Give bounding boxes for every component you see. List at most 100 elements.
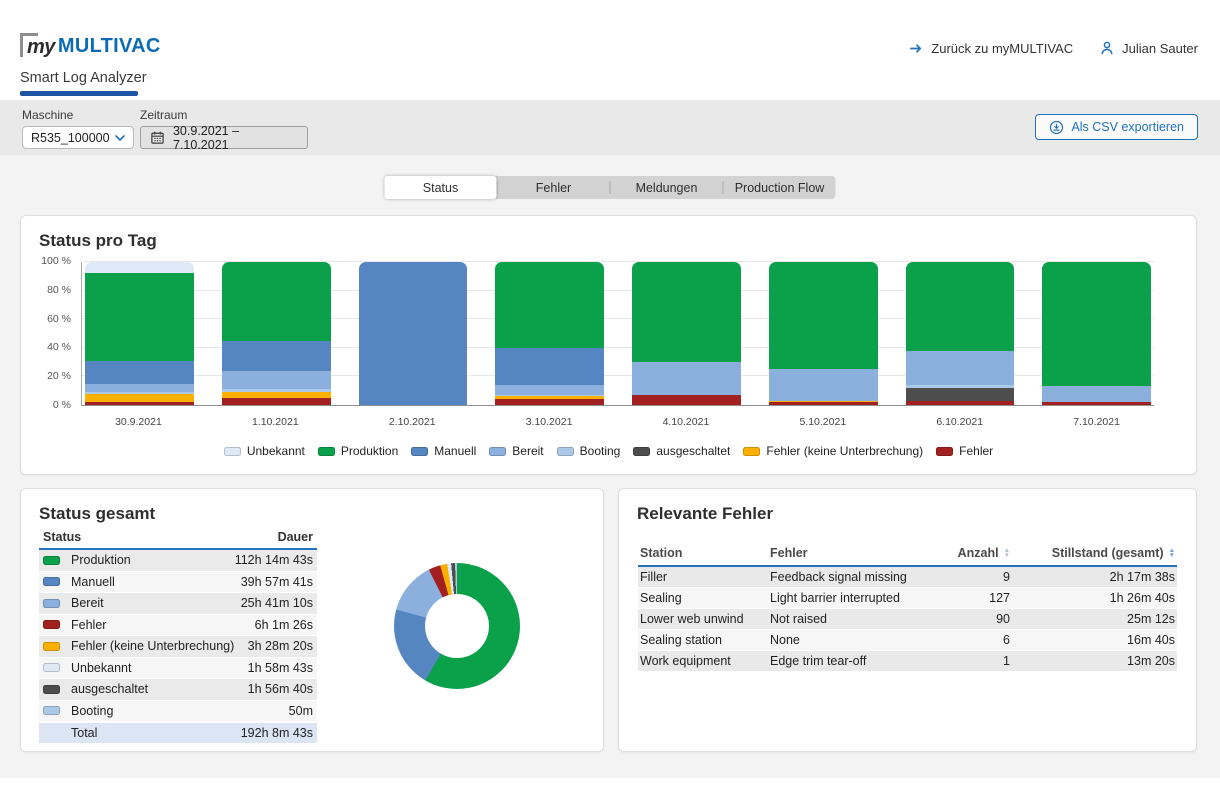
bar-segment-produktion — [769, 262, 878, 369]
status-column-header: Status — [43, 530, 278, 544]
tab-fehler[interactable]: Fehler — [498, 176, 610, 199]
sort-icon[interactable]: ▲▼ — [1169, 548, 1175, 558]
legend-item-fehler[interactable]: Fehler — [936, 444, 993, 458]
status-duration: 39h 57m 41s — [241, 575, 313, 589]
dauer-column-header: Dauer — [278, 530, 313, 544]
total-label: Total — [71, 726, 241, 740]
error-name: Edge trim tear-off — [770, 654, 920, 668]
x-tick-label: 5.10.2021 — [768, 412, 877, 428]
error-downtime: 25m 12s — [1010, 612, 1175, 626]
legend-item-manuell[interactable]: Manuell — [411, 444, 476, 458]
chevron-down-icon — [115, 135, 125, 141]
status-chip — [43, 663, 60, 672]
error-station: Work equipment — [640, 654, 770, 668]
machine-select[interactable]: R535_100000 — [22, 126, 134, 149]
bar-segment-bereit — [906, 351, 1015, 385]
table-row: Bereit25h 41m 10s — [39, 593, 317, 615]
error-station: Lower web unwind — [640, 612, 770, 626]
column-header-label: Anzahl — [958, 546, 999, 560]
bar-7-10-2021[interactable] — [1042, 262, 1151, 405]
tab-status[interactable]: Status — [385, 176, 497, 199]
calendar-icon — [150, 130, 165, 145]
export-csv-button[interactable]: Als CSV exportieren — [1035, 114, 1198, 140]
bar-segment-fehler — [1042, 402, 1151, 405]
legend-item-booting[interactable]: Booting — [557, 444, 621, 458]
legend-label: ausgeschaltet — [656, 444, 730, 458]
status-chip — [43, 577, 60, 586]
status-duration: 1h 56m 40s — [248, 682, 313, 696]
content-area: StatusFehlerMeldungenProduction Flow Sta… — [0, 155, 1220, 778]
back-link-label: Zurück zu myMULTIVAC — [931, 41, 1073, 56]
legend-item-ausgeschaltet[interactable]: ausgeschaltet — [633, 444, 730, 458]
bar-3-10-2021[interactable] — [495, 262, 604, 405]
date-range-field[interactable]: 30.9.2021 – 7.10.2021 — [140, 126, 308, 149]
logo-my: my — [20, 33, 58, 59]
bar-segment-bereit — [769, 369, 878, 400]
machine-select-value: R535_100000 — [31, 131, 110, 145]
total-duration: 192h 8m 43s — [241, 726, 313, 740]
date-range-value: 30.9.2021 – 7.10.2021 — [173, 124, 298, 152]
column-header-station: Station — [640, 546, 770, 560]
export-csv-label: Als CSV exportieren — [1071, 120, 1184, 134]
relevant-errors-table: StationFehlerAnzahl▲▼Stillstand (gesamt)… — [638, 541, 1177, 672]
bar-2-10-2021[interactable] — [359, 262, 468, 405]
bar-segment-produktion — [222, 262, 331, 341]
legend-label: Manuell — [434, 444, 476, 458]
x-tick-label: 6.10.2021 — [905, 412, 1014, 428]
y-tick-label: 80 % — [47, 284, 71, 296]
legend-label: Bereit — [512, 444, 543, 458]
total-row: Total192h 8m 43s — [39, 722, 317, 744]
status-duration: 112h 14m 43s — [235, 553, 313, 567]
legend-chip — [557, 447, 574, 456]
column-header-anzahl[interactable]: Anzahl▲▼ — [920, 546, 1010, 560]
legend-item-produktion[interactable]: Produktion — [318, 444, 398, 458]
error-name: Light barrier interrupted — [770, 591, 920, 605]
status-name: Unbekannt — [71, 661, 248, 675]
status-name: Manuell — [71, 575, 241, 589]
bar-5-10-2021[interactable] — [769, 262, 878, 405]
column-header-stillstand-gesamt[interactable]: Stillstand (gesamt) ▲▼ — [1010, 546, 1175, 560]
legend-item-unbekannt[interactable]: Unbekannt — [224, 444, 305, 458]
legend-label: Booting — [580, 444, 621, 458]
table-row: SealingLight barrier interrupted1271h 26… — [638, 588, 1177, 609]
status-name: Fehler — [71, 618, 255, 632]
error-count: 6 — [920, 633, 1010, 647]
back-to-mymultivac-link[interactable]: Zurück zu myMULTIVAC — [909, 41, 1073, 56]
bar-1-10-2021[interactable] — [222, 262, 331, 405]
error-downtime: 13m 20s — [1010, 654, 1175, 668]
logo-multivac: MULTIVAC — [58, 35, 161, 59]
status-per-day-chart: 0 %20 %40 %60 %80 %100 % 30.9.20211.10.2… — [39, 262, 1154, 428]
bar-6-10-2021[interactable] — [906, 262, 1015, 405]
column-header-fehler: Fehler — [770, 546, 920, 560]
status-total-title: Status gesamt — [21, 489, 603, 524]
user-menu[interactable]: Julian Sauter — [1099, 40, 1198, 56]
bar-segment-unbekannt — [85, 262, 194, 273]
tab-smart-log-analyzer[interactable]: Smart Log Analyzer — [20, 70, 147, 86]
table-row: Booting50m — [39, 701, 317, 723]
error-count: 90 — [920, 612, 1010, 626]
legend-chip — [743, 447, 760, 456]
bar-segment-fehler — [632, 395, 741, 405]
brand-logo: myMULTIVAC — [20, 33, 161, 59]
status-donut-chart[interactable] — [394, 563, 520, 689]
status-chip-cell — [43, 685, 71, 694]
column-header-label: Stillstand (gesamt) — [1052, 546, 1164, 560]
tab-production-flow[interactable]: Production Flow — [724, 176, 836, 199]
bar-4-10-2021[interactable] — [632, 262, 741, 405]
status-duration: 6h 1m 26s — [255, 618, 313, 632]
bar-segment-fehler — [906, 401, 1015, 405]
legend-label: Fehler (keine Unterbrechung) — [766, 444, 923, 458]
view-tabs: StatusFehlerMeldungenProduction Flow — [385, 176, 836, 199]
status-chip-cell — [43, 706, 71, 715]
bar-30-9-2021[interactable] — [85, 262, 194, 405]
status-chip-cell — [43, 642, 71, 651]
error-downtime: 2h 17m 38s — [1010, 570, 1175, 584]
bar-segment-produktion — [1042, 262, 1151, 386]
table-row: Work equipmentEdge trim tear-off113m 20s — [638, 651, 1177, 672]
legend-item-bereit[interactable]: Bereit — [489, 444, 543, 458]
tab-meldungen[interactable]: Meldungen — [611, 176, 723, 199]
legend-chip — [318, 447, 335, 456]
legend-item-fehler-keine-unterbrechung[interactable]: Fehler (keine Unterbrechung) — [743, 444, 923, 458]
x-tick-label: 7.10.2021 — [1042, 412, 1151, 428]
status-chip — [43, 556, 60, 565]
